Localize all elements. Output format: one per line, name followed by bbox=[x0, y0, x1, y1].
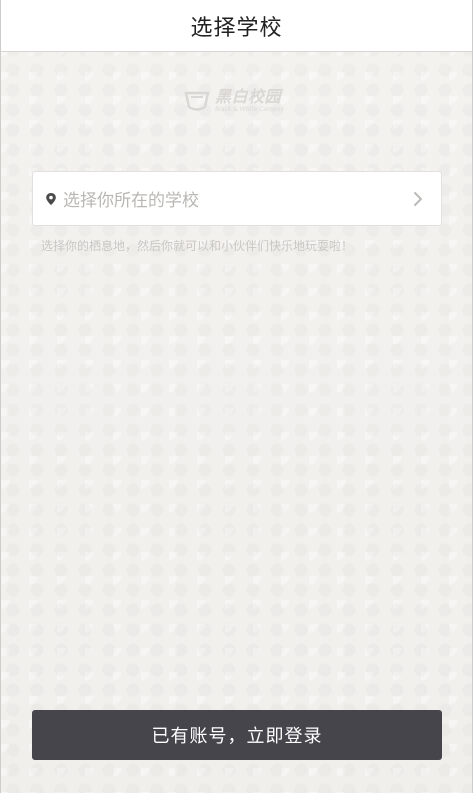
brand-logo: 黑白校园 Black & White Campus bbox=[183, 84, 295, 118]
logo-english-text: Black & White Campus bbox=[215, 106, 284, 113]
page-title: 选择学校 bbox=[190, 15, 283, 41]
cup-logo-icon bbox=[184, 91, 210, 111]
location-pin-icon bbox=[43, 191, 59, 207]
school-selector[interactable]: 选择你所在的学校 bbox=[32, 171, 442, 226]
top-bar: 选择学校 bbox=[1, 0, 472, 52]
selection-hint: 选择你的栖息地，然后你就可以和小伙伴们快乐地玩耍啦！ bbox=[41, 239, 354, 253]
school-selector-placeholder: 选择你所在的学校 bbox=[63, 191, 199, 211]
app-screen: 选择学校 黑白校园 Black & White Campus 选择你所在的学校 … bbox=[0, 0, 473, 793]
chevron-right-icon bbox=[414, 191, 422, 206]
login-button[interactable]: 已有账号，立即登录 bbox=[32, 710, 442, 760]
logo-chinese-text: 黑白校园 bbox=[215, 87, 282, 106]
logo-text: 黑白校园 Black & White Campus bbox=[215, 89, 284, 113]
